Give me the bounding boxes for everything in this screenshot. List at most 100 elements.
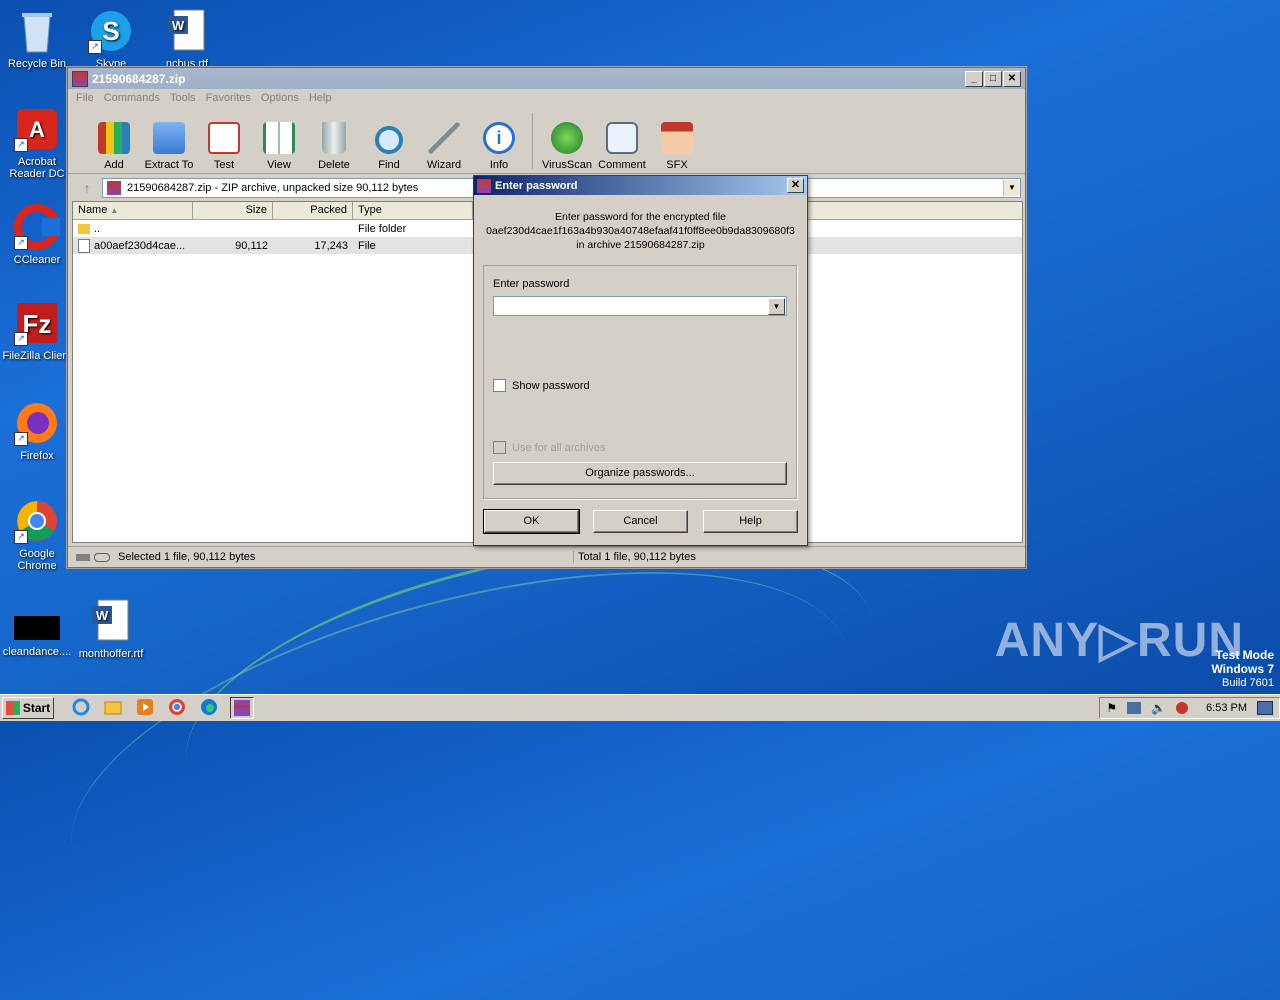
toolbar-view-button[interactable]: View	[251, 122, 307, 173]
desktop-icon-chrome[interactable]: ↗ Google Chrome	[0, 498, 74, 572]
desktop-icon-monthoffer[interactable]: W monthoffer.rtf	[74, 598, 148, 660]
shortcut-arrow-icon: ↗	[14, 432, 28, 446]
menubar: File Commands Tools Favorites Options He…	[68, 89, 1025, 107]
window-titlebar[interactable]: 21590684287.zip _ □ ✕	[68, 68, 1025, 89]
desktop-icon-acrobat[interactable]: A ↗ Acrobat Reader DC	[0, 106, 74, 180]
svg-text:S: S	[102, 16, 119, 46]
winrar-icon	[477, 178, 491, 193]
toolbar-sfx-button[interactable]: SFX	[649, 122, 705, 173]
desktop-icon-ccleaner[interactable]: ↗ CCleaner	[0, 204, 74, 266]
start-button[interactable]: Start	[2, 697, 54, 719]
use-for-all-checkbox[interactable]: Use for all archives	[493, 441, 606, 454]
menu-tools[interactable]: Tools	[170, 92, 196, 104]
cancel-button[interactable]: Cancel	[593, 510, 688, 533]
dialog-filename: 0aef230d4cae1f163a4b930a40748efaaf41f0ff…	[486, 225, 795, 237]
sort-arrow-icon: ▲	[110, 206, 119, 215]
column-type[interactable]: Type	[353, 202, 473, 219]
menu-file[interactable]: File	[76, 92, 94, 104]
start-label: Start	[22, 701, 51, 715]
tool-label: Extract To	[144, 159, 194, 171]
desktop-icon-firefox[interactable]: ↗ Firefox	[0, 400, 74, 462]
toolbar-add-button[interactable]: Add	[86, 122, 142, 173]
sfx-box-icon	[661, 122, 693, 154]
taskbar-edge-icon[interactable]	[198, 697, 220, 717]
chevron-down-icon[interactable]: ▼	[768, 298, 785, 315]
zip-archive-icon	[107, 181, 121, 195]
desktop-icon-recycle-bin[interactable]: Recycle Bin	[0, 8, 74, 70]
flag-icon[interactable]: ⚑	[1106, 701, 1117, 715]
menu-help[interactable]: Help	[309, 92, 332, 104]
tool-label: VirusScan	[542, 159, 592, 171]
shortcut-arrow-icon: ↗	[14, 236, 28, 250]
minimize-button[interactable]: _	[965, 70, 983, 87]
toolbar-test-button[interactable]: Test	[196, 122, 252, 173]
wand-icon	[428, 122, 460, 154]
tool-label: Info	[489, 159, 509, 171]
svg-text:W: W	[96, 608, 109, 623]
toolbar-virusscan-button[interactable]: VirusScan	[539, 122, 595, 173]
column-packed[interactable]: Packed	[273, 202, 353, 219]
row-type: File	[358, 239, 376, 252]
icon-label: Google Chrome	[17, 548, 57, 572]
toolbar-extract-button[interactable]: Extract To	[141, 122, 197, 173]
ccleaner-icon: ↗	[14, 204, 60, 250]
taskbar-chrome-icon[interactable]	[166, 697, 188, 717]
ok-button[interactable]: OK	[483, 509, 580, 534]
network-icon[interactable]	[1127, 702, 1142, 714]
test-mode-line: Windows 7	[1211, 662, 1274, 676]
tool-label: Comment	[598, 159, 646, 171]
toolbar-info-button[interactable]: i Info	[471, 122, 527, 173]
winrar-icon	[72, 70, 88, 87]
magnifier-icon	[375, 126, 403, 154]
help-button[interactable]: Help	[703, 510, 798, 533]
taskbar-ie-icon[interactable]	[70, 697, 92, 717]
menu-options[interactable]: Options	[261, 92, 299, 104]
comment-icon	[606, 122, 638, 154]
chevron-down-icon[interactable]: ▼	[1003, 180, 1020, 196]
filezilla-icon: Fz ↗	[14, 300, 60, 346]
stop-icon[interactable]	[1176, 702, 1189, 714]
show-password-checkbox[interactable]: Show password	[493, 379, 590, 392]
show-desktop-icon[interactable]	[1257, 701, 1273, 715]
up-arrow-icon[interactable]: ↑	[72, 180, 102, 196]
dialog-titlebar[interactable]: Enter password ✕	[474, 176, 807, 195]
desktop-icon-cleandance[interactable]: cleandance....	[0, 608, 74, 658]
taskbar-media-player-icon[interactable]	[134, 697, 156, 717]
menu-favorites[interactable]: Favorites	[206, 92, 251, 104]
window-title: 21590684287.zip	[92, 71, 186, 86]
clock[interactable]: 6:53 PM	[1206, 702, 1247, 714]
maximize-button[interactable]: □	[984, 70, 1002, 87]
close-button[interactable]: ✕	[1003, 70, 1021, 87]
taskbar-winrar-icon[interactable]	[230, 697, 254, 719]
desktop-icon-ncbus[interactable]: W ncbus.rtf	[150, 8, 224, 70]
folder-icon	[153, 122, 185, 154]
toolbar-delete-button[interactable]: Delete	[306, 122, 362, 173]
menu-commands[interactable]: Commands	[104, 92, 160, 104]
column-size[interactable]: Size	[193, 202, 273, 219]
skype-icon: S ↗	[88, 8, 134, 54]
password-group: Enter password ▼ Show password Use for a…	[483, 265, 797, 499]
dialog-archive-line: in archive 21590684287.zip	[576, 239, 705, 251]
shortcut-arrow-icon: ↗	[14, 530, 28, 544]
password-input[interactable]: ▼	[493, 296, 787, 316]
volume-icon[interactable]: 🔈	[1151, 701, 1166, 715]
toolbar-find-button[interactable]: Find	[361, 126, 417, 173]
organize-passwords-button[interactable]: Organize passwords...	[493, 462, 787, 485]
taskbar-explorer-icon[interactable]	[102, 697, 124, 717]
column-name[interactable]: Name ▲	[73, 202, 193, 219]
black-file-icon	[14, 608, 60, 642]
icon-label: Acrobat Reader DC	[9, 156, 65, 180]
tool-label: Wizard	[426, 159, 462, 171]
dialog-message-line: Enter password for the encrypted file	[554, 211, 726, 223]
row-name: a00aef230d4cae...	[94, 239, 186, 252]
dialog-close-button[interactable]: ✕	[787, 178, 804, 193]
recycle-bin-icon	[14, 8, 60, 54]
desktop-icon-filezilla[interactable]: Fz ↗ FileZilla Client	[0, 300, 74, 362]
toolbar-comment-button[interactable]: Comment	[594, 122, 650, 173]
toolbar-wizard-button[interactable]: Wizard	[416, 122, 472, 173]
row-type: File folder	[358, 222, 407, 235]
desktop-icon-skype[interactable]: S ↗ Skype	[74, 8, 148, 70]
row-size: 90,112	[235, 239, 268, 252]
tool-label: Delete	[318, 159, 350, 171]
svg-text:W: W	[172, 18, 185, 33]
